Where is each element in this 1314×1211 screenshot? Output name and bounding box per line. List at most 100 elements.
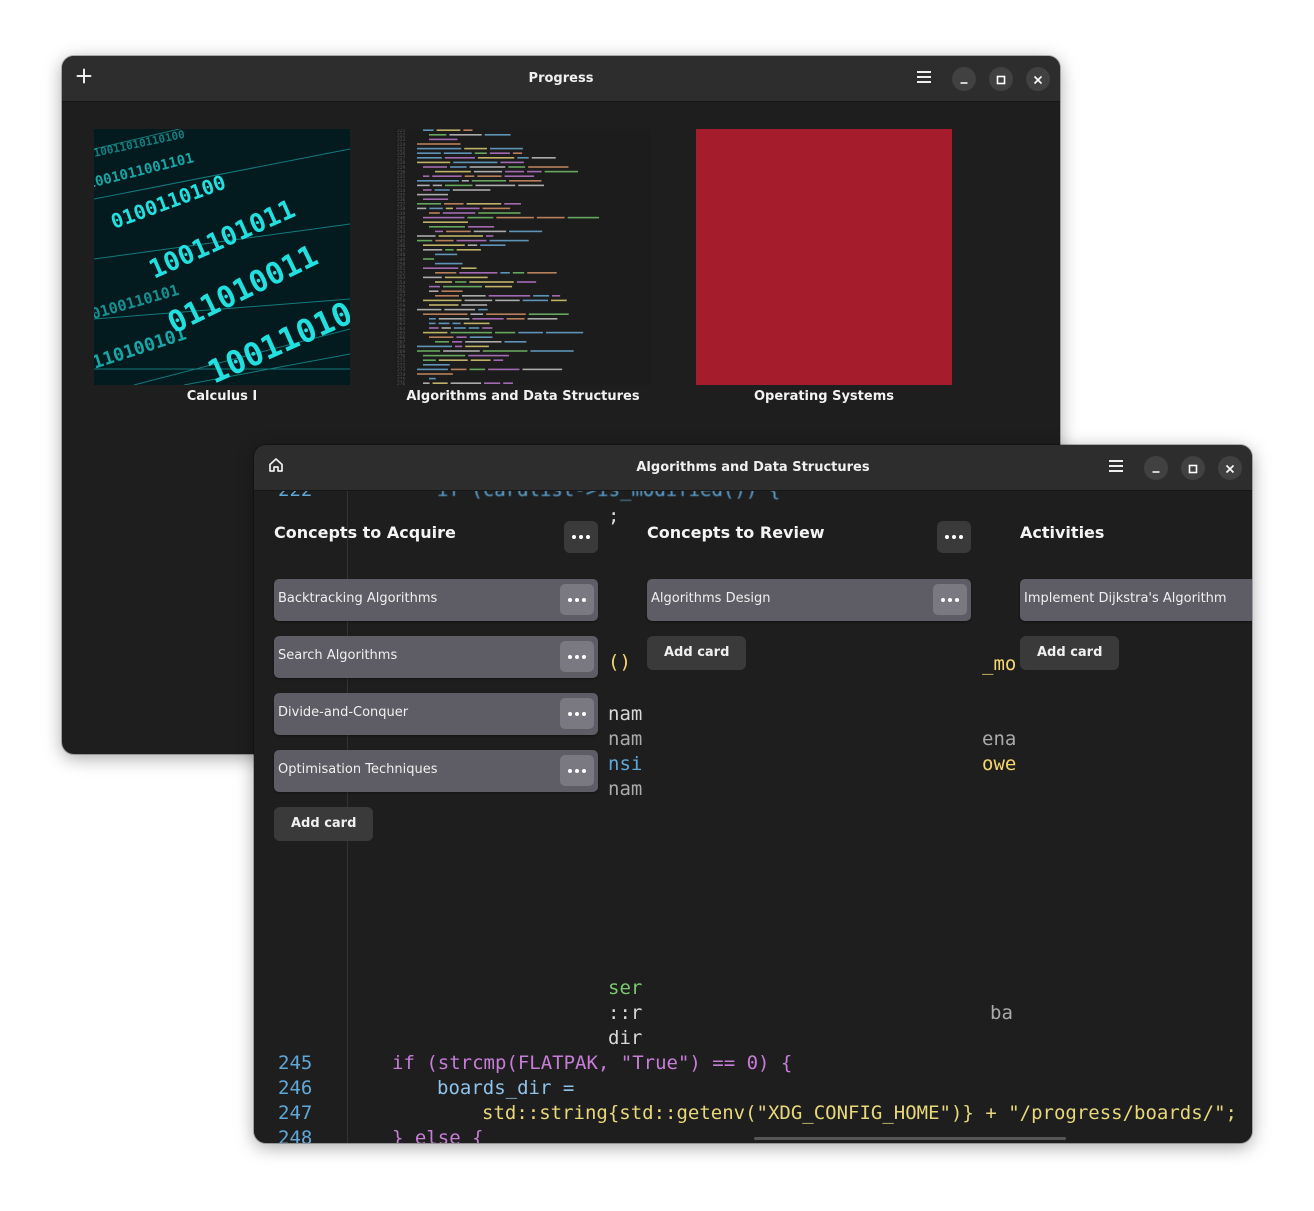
mini-code-token: [489, 147, 523, 150]
mini-code-token: [472, 318, 504, 320]
board-label-calculus: Calculus I: [186, 389, 258, 404]
mini-code-token: [429, 226, 466, 228]
card-menu-button[interactable]: [560, 698, 594, 729]
maximize-button[interactable]: [989, 67, 1013, 91]
close-button[interactable]: [1026, 67, 1050, 91]
column-menu-button[interactable]: [937, 521, 971, 553]
mini-code-token: [417, 345, 452, 348]
mini-code-token: [423, 166, 448, 168]
more-icon: [941, 597, 959, 602]
mini-code-token: [435, 239, 454, 242]
mini-code-token: [469, 281, 514, 283]
mini-code-token: [455, 207, 480, 210]
mini-code-token: [527, 318, 558, 320]
code-fragment: owe: [982, 753, 1017, 775]
card-item[interactable]: Algorithms Design: [647, 579, 971, 621]
mini-code-token: [508, 166, 526, 168]
hamburger-icon: [1108, 458, 1124, 477]
mini-code-token: [450, 166, 467, 168]
card-item[interactable]: Divide-and-Conquer: [274, 693, 598, 735]
minimize-button[interactable]: [952, 67, 976, 91]
close-icon: [1225, 459, 1235, 478]
horizontal-scrollbar[interactable]: [754, 1137, 1066, 1140]
mini-code-token: [467, 216, 494, 219]
card-menu-button[interactable]: [560, 755, 594, 786]
mini-code-token: [417, 180, 459, 182]
mini-code-token: [504, 203, 521, 205]
mini-code-token: [469, 336, 493, 338]
more-icon: [568, 597, 586, 602]
board-menu-button[interactable]: [1099, 452, 1133, 482]
code-fragment: dir: [608, 1027, 643, 1049]
mini-code-token: [435, 341, 450, 343]
card-label: Implement Dijkstra's Algorithm: [1024, 591, 1227, 606]
mini-code-token: [442, 285, 482, 288]
more-icon: [945, 535, 963, 539]
mini-code-token: [475, 184, 516, 187]
mini-code-token: [417, 308, 442, 311]
card-item[interactable]: Optimisation Techniques: [274, 750, 598, 792]
board-body: 222 if (cardlist->is_modified()) { ; () …: [254, 491, 1252, 1143]
card-item[interactable]: Implement Dijkstra's Algorithm: [1020, 579, 1252, 621]
mini-code-token: [516, 281, 537, 283]
mini-code-token: [496, 216, 534, 219]
minimize-button[interactable]: [1144, 456, 1168, 480]
mini-code-token: [470, 359, 491, 361]
card-item[interactable]: Search Algorithms: [274, 636, 598, 678]
more-icon: [568, 711, 586, 716]
column-menu-button[interactable]: [564, 521, 598, 553]
code-line-number: 247: [278, 1102, 313, 1124]
mini-code-token: [441, 327, 451, 329]
mini-code-token: [443, 350, 480, 352]
add-card-button[interactable]: Add card: [274, 807, 374, 841]
mini-code-token: [480, 244, 506, 246]
more-icon: [572, 535, 590, 539]
mini-code-token: [423, 221, 468, 223]
add-card-button[interactable]: Add card: [647, 636, 747, 670]
home-button[interactable]: [259, 452, 293, 482]
mini-code-token: [435, 272, 457, 274]
mini-code-token: [461, 304, 488, 306]
mini-code-token: [452, 189, 491, 191]
main-headerbar: Progress: [62, 56, 1060, 102]
mini-code-token: [527, 170, 542, 173]
mini-code-token: [493, 359, 504, 361]
mini-code-token: [530, 350, 574, 352]
board-thumbnail-operating-systems[interactable]: [696, 129, 952, 385]
mini-code-token: [504, 341, 527, 343]
card-menu-button[interactable]: [560, 641, 594, 672]
mini-code-token: [432, 382, 448, 384]
board-label-algorithms: Algorithms and Data Structures: [406, 389, 640, 404]
add-card-button[interactable]: Add card: [1020, 636, 1120, 670]
main-menu-button[interactable]: [907, 63, 941, 93]
close-button[interactable]: [1218, 456, 1242, 480]
mini-code-token: [423, 276, 442, 279]
board-thumbnail-algorithms[interactable]: 221 222 223 224 225 226 227 228 229 230 231 232 233 2…: [395, 129, 651, 385]
mini-code-token: [461, 267, 477, 269]
mini-code-token: [518, 184, 544, 187]
mini-code-token: [512, 272, 525, 274]
mini-code-token: [488, 295, 531, 297]
card-menu-button[interactable]: [560, 584, 594, 615]
mini-code-token: [478, 308, 488, 311]
card-item[interactable]: Backtracking Algorithms: [274, 579, 598, 621]
mini-code-token: [423, 364, 450, 366]
binary-tunnel-image: 010011010110100 1001011001101 0100110100…: [94, 129, 350, 385]
new-board-button[interactable]: [67, 63, 101, 93]
card-menu-button[interactable]: [933, 584, 967, 615]
mini-code-token: [429, 138, 458, 141]
code-line-number: 245: [278, 1052, 313, 1074]
mini-code-token: [449, 134, 482, 136]
card-label: Algorithms Design: [651, 591, 771, 606]
board-thumbnail-calculus[interactable]: 010011010110100 1001011001101 0100110100…: [94, 129, 350, 385]
mini-code-token: [423, 359, 436, 361]
minimize-icon: [1151, 459, 1161, 478]
code-fragment: nam: [608, 703, 643, 725]
code-line: } else {: [392, 1127, 484, 1143]
mini-code-token: [452, 341, 463, 343]
mini-code-token: [468, 354, 509, 357]
maximize-button[interactable]: [1181, 456, 1205, 480]
mini-code-token: [443, 152, 472, 154]
mini-code-token: [465, 341, 502, 343]
mini-code-token: [445, 249, 454, 251]
